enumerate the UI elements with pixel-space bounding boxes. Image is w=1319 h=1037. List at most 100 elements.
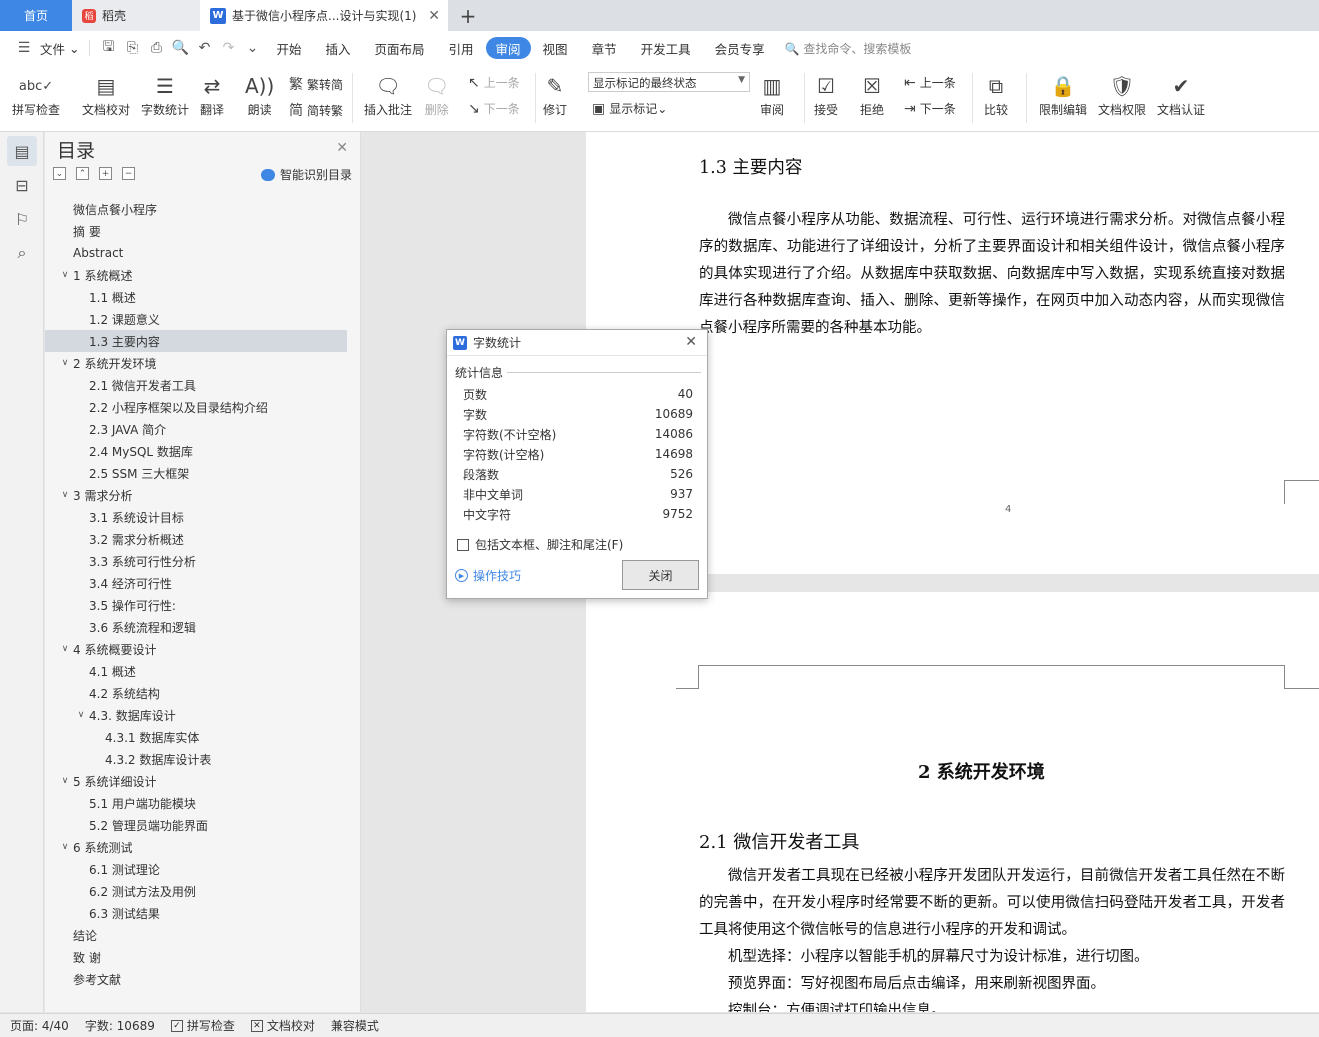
toc-item[interactable]: 2.2 小程序框架以及目录结构介绍	[45, 396, 361, 418]
toc-item[interactable]: 4.1 概述	[45, 660, 361, 682]
toc-item[interactable]: ∨ 1 系统概述	[45, 264, 361, 286]
toc-item[interactable]: ∨ 3 需求分析	[45, 484, 361, 506]
toc-item[interactable]: 3.4 经济可行性	[45, 572, 361, 594]
toc-item[interactable]: 6.1 测试理论	[45, 858, 361, 880]
toc-item[interactable]: 1.2 课题意义	[45, 308, 361, 330]
expand-up-icon[interactable]: ⌃	[76, 167, 89, 180]
toc-item[interactable]: 2.3 JAVA 简介	[45, 418, 361, 440]
insert-comment-button[interactable]: 🗨 插入批注	[364, 71, 412, 118]
chevron-down-icon[interactable]: ∨	[75, 710, 87, 720]
chevron-down-icon[interactable]: ∨	[59, 490, 71, 500]
include-textbox-checkbox[interactable]: 包括文本框、脚注和尾注(F)	[457, 536, 623, 553]
toc-item[interactable]: 3.1 系统设计目标	[45, 506, 361, 528]
simp-to-trad-button[interactable]: 简简转繁	[289, 100, 343, 120]
proofread-status[interactable]: ✕ 文档校对	[250, 1017, 315, 1034]
document-permission-button[interactable]: 🛡 文档权限	[1098, 71, 1146, 118]
markup-state-select[interactable]: 显示标记的最终状态 ▼	[588, 72, 750, 92]
command-search[interactable]: 🔍 查找命令、搜索模板	[785, 40, 912, 57]
collapse-icon[interactable]: −	[122, 167, 135, 180]
chevron-down-icon[interactable]: ∨	[59, 358, 71, 368]
toc-icon[interactable]: ▤	[7, 136, 37, 166]
close-button[interactable]: 关闭	[622, 560, 699, 590]
toc-item[interactable]: 摘 要	[45, 220, 361, 242]
spell-check-status[interactable]: ✓ 拼写检查	[170, 1017, 235, 1034]
menu-chapter[interactable]: 章节	[580, 37, 629, 59]
chevron-down-icon[interactable]: ∨	[59, 776, 71, 786]
word-count-indicator[interactable]: 字数: 10689	[85, 1017, 155, 1034]
accept-button[interactable]: ☑ 接受	[814, 71, 838, 118]
prev-comment-button[interactable]: ↖ 上一条	[468, 74, 520, 91]
compare-button[interactable]: ⧉ 比较	[984, 71, 1008, 118]
toc-item[interactable]: 4.2 系统结构	[45, 682, 361, 704]
menu-dev-tools[interactable]: 开发工具	[629, 37, 703, 59]
toc-item[interactable]: 致 谢	[45, 946, 361, 968]
undo-icon[interactable]: ↶	[194, 38, 214, 58]
toc-item[interactable]: 2.1 微信开发者工具	[45, 374, 361, 396]
smart-toc-button[interactable]: 智能识别目录	[260, 166, 352, 183]
chevron-down-icon[interactable]: ∨	[59, 270, 71, 280]
revise-button[interactable]: ✎ 修订	[543, 71, 567, 118]
chevron-down-icon[interactable]: ∨	[59, 842, 71, 852]
customize-chevron-icon[interactable]: ⌄	[242, 38, 262, 58]
toc-item[interactable]: Abstract	[45, 242, 361, 264]
restrict-editing-button[interactable]: 🔒 限制编辑	[1039, 71, 1087, 118]
proofread-button[interactable]: ▤ 文档校对	[82, 71, 130, 118]
toc-item[interactable]: 参考文献	[45, 968, 361, 990]
prev-revision-button[interactable]: ⇤ 上一条	[904, 74, 956, 91]
tab-home[interactable]: 首页	[0, 0, 72, 31]
toc-item[interactable]: 6.3 测试结果	[45, 902, 361, 924]
close-icon[interactable]: ✕	[428, 8, 440, 24]
trad-to-simp-button[interactable]: 繁繁转简	[289, 74, 343, 94]
next-comment-button[interactable]: ↘ 下一条	[468, 100, 520, 117]
menu-reference[interactable]: 引用	[437, 37, 486, 59]
spell-check-button[interactable]: abc✓ 拼写检查	[12, 71, 60, 118]
chevron-down-icon[interactable]: ∨	[59, 644, 71, 654]
toc-item[interactable]: 4.3.2 数据库设计表	[45, 748, 361, 770]
toc-item[interactable]: 4.3.1 数据库实体	[45, 726, 361, 748]
toc-item[interactable]: ∨ 4 系统概要设计	[45, 638, 361, 660]
menu-view[interactable]: 视图	[531, 37, 580, 59]
close-icon[interactable]: ✕	[685, 334, 697, 350]
read-aloud-button[interactable]: A)) 朗读	[245, 71, 274, 118]
toc-item[interactable]: 3.3 系统可行性分析	[45, 550, 361, 572]
tips-link[interactable]: ▶ 操作技巧	[455, 567, 521, 584]
word-count-button[interactable]: ☰ 字数统计	[141, 71, 189, 118]
toc-item[interactable]: 2.5 SSM 三大框架	[45, 462, 361, 484]
toc-item[interactable]: 1.1 概述	[45, 286, 361, 308]
toc-item[interactable]: 5.1 用户端功能模块	[45, 792, 361, 814]
redo-icon[interactable]: ↷	[218, 38, 238, 58]
toc-item[interactable]: 1.3 主要内容	[45, 330, 347, 352]
export-icon[interactable]: ⎘	[122, 38, 142, 58]
toc-item[interactable]: 结论	[45, 924, 361, 946]
menu-start[interactable]: 开始	[264, 37, 313, 59]
menu-member[interactable]: 会员专享	[703, 37, 777, 59]
toc-item[interactable]: ∨ 4.3. 数据库设计	[45, 704, 361, 726]
toc-item[interactable]: ∨ 6 系统测试	[45, 836, 361, 858]
toc-item[interactable]: 微信点餐小程序	[45, 198, 361, 220]
toc-item[interactable]: 2.4 MySQL 数据库	[45, 440, 361, 462]
show-markup-button[interactable]: ▣ 显示标记 ⌄	[592, 100, 667, 117]
toc-item[interactable]: 5.2 管理员端功能界面	[45, 814, 361, 836]
new-tab-button[interactable]: +	[448, 0, 488, 31]
page-indicator[interactable]: 页面: 4/40	[10, 1017, 69, 1034]
menu-page-layout[interactable]: 页面布局	[363, 37, 437, 59]
collapse-all-icon[interactable]: ⌄	[53, 167, 66, 180]
expand-icon[interactable]: +	[99, 167, 112, 180]
translate-button[interactable]: ⇄ 翻译	[200, 71, 224, 118]
bookmark-icon[interactable]: ⚐	[7, 204, 37, 234]
print-icon[interactable]: ⎙	[146, 38, 166, 58]
find-icon[interactable]: ⌕	[7, 238, 37, 268]
toc-item[interactable]: 3.6 系统流程和逻辑	[45, 616, 361, 638]
tab-document[interactable]: W 基于微信小程序点...设计与实现(1) ✕	[200, 0, 448, 31]
reject-button[interactable]: ☒ 拒绝	[860, 71, 884, 118]
print-preview-icon[interactable]: 🔍	[170, 38, 190, 58]
next-revision-button[interactable]: ⇥ 下一条	[904, 100, 956, 117]
tab-daoke[interactable]: 稻 稻壳	[72, 0, 200, 31]
toc-item[interactable]: 3.2 需求分析概述	[45, 528, 361, 550]
file-menu[interactable]: 文件 ⌄	[36, 37, 83, 59]
document-certify-button[interactable]: ✔ 文档认证	[1157, 71, 1205, 118]
delete-comment-button[interactable]: 🗨 删除	[424, 71, 449, 118]
toc-item[interactable]: ∨ 5 系统详细设计	[45, 770, 361, 792]
toc-item[interactable]: ∨ 2 系统开发环境	[45, 352, 361, 374]
menu-review[interactable]: 审阅	[485, 37, 531, 59]
